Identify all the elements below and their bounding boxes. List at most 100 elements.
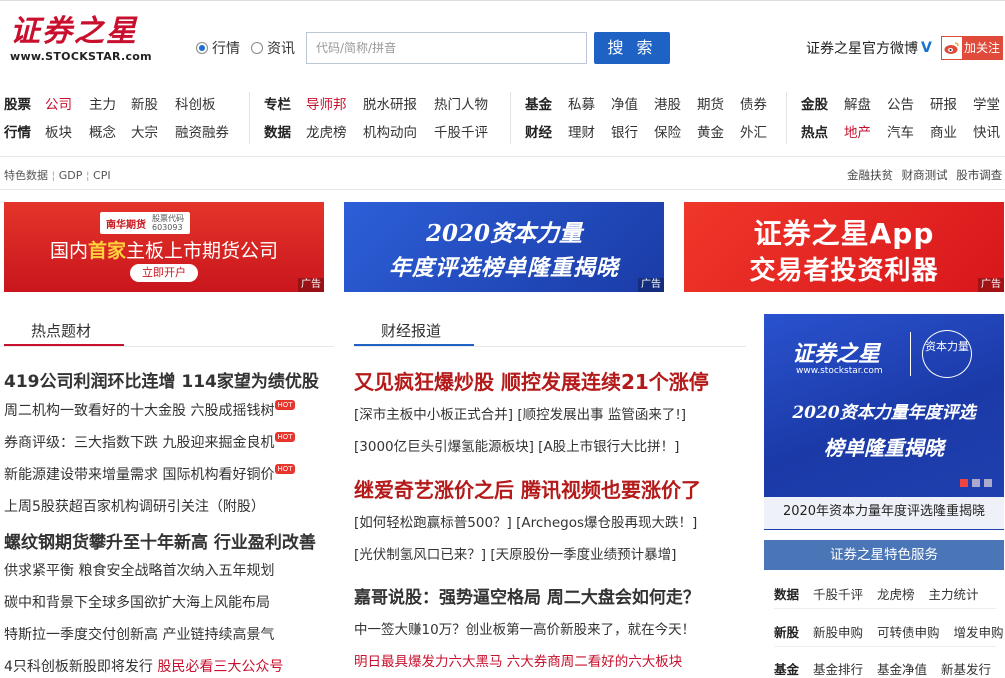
nav-concept[interactable]: 概念: [89, 121, 116, 141]
divider: [0, 156, 1005, 157]
nav-report[interactable]: 研报: [930, 93, 957, 113]
weibo-follow-button[interactable]: 加关注: [941, 36, 1003, 60]
nav-gold-stock[interactable]: 金股: [801, 93, 828, 113]
carousel-dot-active[interactable]: [960, 479, 968, 487]
nav-star-market[interactable]: 科创板: [175, 93, 216, 113]
service-link[interactable]: 基金排行: [813, 662, 863, 677]
side-banner-line1: 2020资本力量年度评选: [792, 403, 976, 423]
service-link[interactable]: 可转债申购: [877, 625, 940, 640]
service-link[interactable]: 新基发行: [941, 662, 991, 677]
list-item[interactable]: 周二机构一致看好的十大金股 六股成摇钱树 HOT: [4, 400, 295, 420]
radio-news[interactable]: 资讯: [251, 38, 295, 58]
carousel-dot[interactable]: [984, 479, 992, 487]
nav-fund[interactable]: 基金: [525, 93, 552, 113]
service-link[interactable]: 新股申购: [813, 625, 863, 640]
tab-hot-topics[interactable]: 热点题材: [31, 320, 91, 341]
radio-quotes-label: 行情: [212, 41, 240, 57]
nav-nav[interactable]: 净值: [611, 93, 638, 113]
nav-hk[interactable]: 港股: [654, 93, 681, 113]
nav-quotes[interactable]: 行情: [4, 121, 31, 141]
banner2-line2: 年度评选榜单隆重揭晓: [388, 255, 619, 281]
nav-futures[interactable]: 期货: [697, 93, 724, 113]
news-related-links[interactable]: [如何轻松跑赢标普500？] [Archegos爆仓股再现大跌！]: [354, 511, 697, 531]
service-link[interactable]: 增发申购: [954, 625, 1004, 640]
nav-hot-people[interactable]: 热门人物: [434, 93, 488, 113]
nav-flash[interactable]: 快讯: [973, 121, 1000, 141]
nav-private[interactable]: 私募: [568, 93, 595, 113]
nav-market-analysis[interactable]: 解盘: [844, 93, 871, 113]
search-button[interactable]: 搜 索: [594, 32, 670, 64]
weibo-link[interactable]: 证券之星官方微博 V: [806, 38, 932, 58]
nav-wealth[interactable]: 理财: [568, 121, 595, 141]
news-item-red[interactable]: 明日最具爆发力六大黑马 六大券商周二看好的六大板块: [354, 650, 682, 670]
search-input[interactable]: 代码/简称/拼音: [306, 32, 587, 64]
list-item[interactable]: 券商评级：三大指数下跌 九股迎来掘金良机 HOT: [4, 432, 295, 452]
banner-app[interactable]: 证券之星App 交易者投资利器 广告: [684, 202, 1004, 292]
service-link[interactable]: 基金净值: [877, 662, 927, 677]
nav-hotspot[interactable]: 热点: [801, 121, 828, 141]
nav-data[interactable]: 数据: [264, 121, 291, 141]
radio-dot-selected[interactable]: [196, 42, 208, 54]
nav-new-stock[interactable]: 新股: [131, 93, 158, 113]
radio-quotes[interactable]: 行情: [196, 38, 240, 58]
news-related-links[interactable]: [3000亿巨头引爆氢能源板块] [A股上市银行大比拼！]: [354, 435, 679, 455]
nav-main-force[interactable]: 主力: [89, 93, 116, 113]
list-item-red-text[interactable]: 股民必看三大公众号: [157, 659, 283, 675]
news-related-links[interactable]: [深市主板中小板正式合并] [顺控发展出事 监管函来了!]: [354, 403, 686, 423]
nav-finance[interactable]: 财经: [525, 121, 552, 141]
special-data-link[interactable]: 特色数据: [4, 169, 48, 182]
cpi-link[interactable]: CPI: [93, 169, 111, 182]
list-item-text: 新能源建设带来增量需求 国际机构看好铜价: [4, 467, 275, 483]
nav-company[interactable]: 公司: [45, 93, 72, 113]
list-item[interactable]: 特斯拉一季度交付创新高 产业链持续高景气: [4, 624, 274, 644]
service-row-label: 新股: [774, 625, 800, 640]
service-link[interactable]: 千股千评: [813, 587, 863, 602]
divider: [354, 346, 746, 347]
gdp-link[interactable]: GDP: [59, 169, 83, 182]
side-banner-caption[interactable]: 2020年资本力量年度评选隆重揭晓: [764, 497, 1004, 529]
ad-label: 广告: [638, 278, 664, 292]
hot-headline-2[interactable]: 螺纹钢期货攀升至十年新高 行业盈利改善: [4, 528, 316, 553]
list-item[interactable]: 4只科创板新股即将发行 股民必看三大公众号: [4, 656, 283, 676]
nav-block-trade[interactable]: 大宗: [131, 121, 158, 141]
nav-dragon-tiger[interactable]: 龙虎榜: [306, 121, 347, 141]
news-headline-2[interactable]: 继爱奇艺涨价之后 腾讯视频也要涨价了: [354, 474, 701, 503]
site-logo[interactable]: 证券之星 www.STOCKSTAR.com: [10, 12, 170, 72]
service-link[interactable]: 主力统计: [929, 587, 979, 602]
nav-column[interactable]: 专栏: [264, 93, 291, 113]
hot-headline-1[interactable]: 419公司利润环比连增 114家望为绩优股: [4, 367, 319, 392]
quick-links[interactable]: 金融扶贫 财商测试 股市调查: [847, 167, 1002, 183]
list-item[interactable]: 供求紧平衡 粮食安全战略首次纳入五年规划: [4, 560, 274, 580]
radio-dot[interactable]: [251, 42, 263, 54]
nav-sector[interactable]: 板块: [45, 121, 72, 141]
nav-bank[interactable]: 银行: [611, 121, 638, 141]
carousel-dot[interactable]: [972, 479, 980, 487]
nav-stock-review[interactable]: 千股千评: [434, 121, 488, 141]
tab-finance-news[interactable]: 财经报道: [381, 320, 441, 341]
service-link[interactable]: 龙虎榜: [877, 587, 915, 602]
nav-announcement[interactable]: 公告: [887, 93, 914, 113]
nav-insurance[interactable]: 保险: [654, 121, 681, 141]
nav-bonds[interactable]: 债券: [740, 93, 767, 113]
open-account-button[interactable]: 立即开户: [130, 264, 198, 282]
nav-gold[interactable]: 黄金: [697, 121, 724, 141]
nav-school[interactable]: 学堂: [973, 93, 1000, 113]
nav-institution[interactable]: 机构动向: [363, 121, 417, 141]
news-item[interactable]: 中一签大赚10万？创业板第一高价新股来了，就在今天！: [354, 618, 695, 638]
nav-business[interactable]: 商业: [930, 121, 957, 141]
list-item[interactable]: 上周5股获超百家机构调研引关注（附股）: [4, 496, 265, 516]
nav-stock[interactable]: 股票: [4, 93, 31, 113]
nav-auto[interactable]: 汽车: [887, 121, 914, 141]
news-headline-3[interactable]: 嘉哥说股：强势逼空格局 周二大盘会如何走？: [354, 583, 700, 608]
nav-forex[interactable]: 外汇: [740, 121, 767, 141]
nav-real-estate[interactable]: 地产: [844, 121, 871, 141]
list-item[interactable]: 新能源建设带来增量需求 国际机构看好铜价 HOT: [4, 464, 295, 484]
news-related-links[interactable]: [光伏制氢风口已来？] [天原股份一季度业绩预计暴增]: [354, 543, 676, 563]
news-headline-1[interactable]: 又见疯狂爆炒股 顺控发展连续21个涨停: [354, 366, 709, 395]
banner-capital-power[interactable]: 2020资本力量 年度评选榜单隆重揭晓 广告: [344, 202, 664, 292]
nav-mentor[interactable]: 导师邦: [306, 93, 347, 113]
banner-nanhua[interactable]: 南华期货 股票代码 603093 国内首家主板上市期货公司 立即开户 广告: [4, 202, 324, 292]
nav-research[interactable]: 脱水研报: [363, 93, 417, 113]
list-item[interactable]: 碳中和背景下全球多国欲扩大海上风能布局: [4, 592, 270, 612]
nav-margin[interactable]: 融资融券: [175, 121, 229, 141]
